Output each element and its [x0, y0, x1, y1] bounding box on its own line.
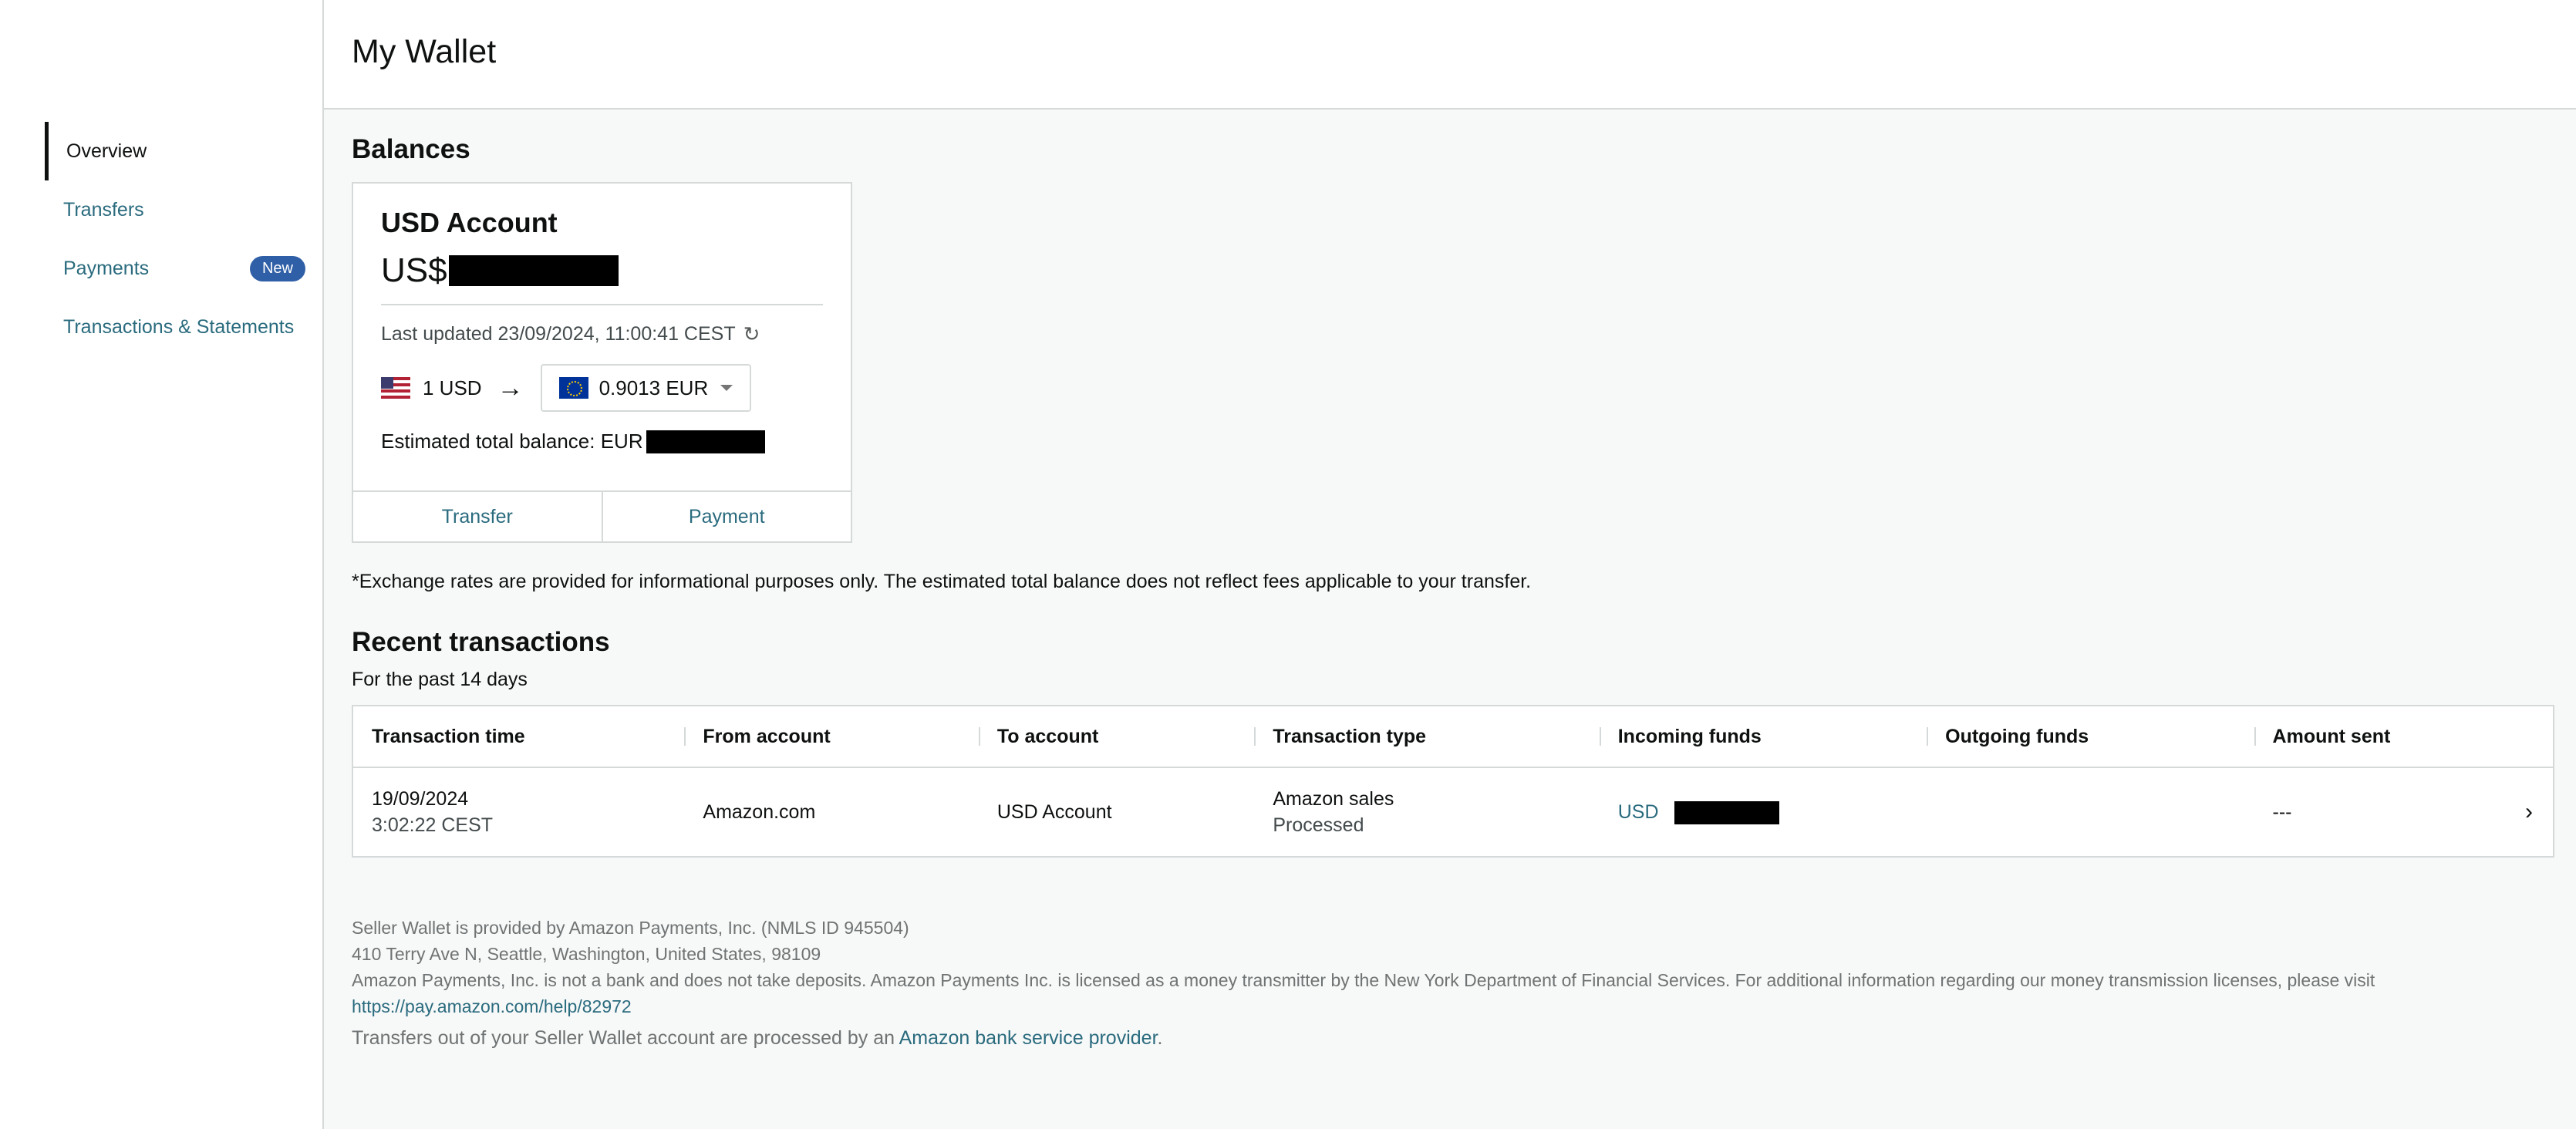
- rate-from: 1 USD: [423, 376, 482, 399]
- transfers-note-suffix: .: [1157, 1027, 1163, 1049]
- sidebar-item-payments[interactable]: Payments New: [45, 239, 322, 298]
- recent-transactions-title: Recent transactions: [352, 627, 610, 657]
- column-header: Incoming funds: [1599, 706, 1927, 767]
- column-header: From account: [684, 706, 978, 767]
- transfers-note-prefix: Transfers out of your Seller Wallet acco…: [352, 1027, 895, 1049]
- caret-down-icon: [720, 385, 733, 391]
- transfer-button[interactable]: Transfer: [353, 492, 602, 541]
- transaction-type-cell: Amazon sales Processed: [1254, 786, 1599, 838]
- bank-service-provider-link[interactable]: Amazon bank service provider: [899, 1027, 1158, 1049]
- from-account-cell: Amazon.com: [703, 801, 816, 823]
- us-flag-icon: [381, 377, 410, 399]
- sidebar-item-label: Transfers: [63, 198, 144, 221]
- column-header: Transaction type: [1254, 706, 1599, 767]
- transaction-status: Processed: [1273, 814, 1364, 836]
- table-header: Transaction time From account To account…: [353, 706, 2553, 768]
- last-updated: Last updated 23/09/2024, 11:00:41 CEST ↻: [381, 322, 823, 346]
- transaction-time: 3:02:22 CEST: [372, 814, 494, 836]
- page-header: My Wallet: [324, 0, 2576, 110]
- currency-select[interactable]: 0.9013 EUR: [540, 364, 752, 412]
- main-content: My Wallet Balances USD Account US$ Last …: [324, 0, 2576, 1129]
- sidebar-item-overview[interactable]: Overview: [45, 122, 322, 180]
- transaction-time-cell: 19/09/2024 3:02:22 CEST: [353, 786, 684, 838]
- redacted-estimated: [646, 430, 765, 453]
- redacted-balance: [448, 255, 619, 286]
- chevron-right-icon[interactable]: ›: [2525, 799, 2533, 825]
- estimated-balance: Estimated total balance: EUR: [381, 430, 823, 453]
- balances-title: Balances: [352, 134, 470, 164]
- sidebar-item-label: Payments: [63, 257, 150, 279]
- new-badge: New: [249, 255, 305, 281]
- balance-card: USD Account US$ Last updated 23/09/2024,…: [352, 182, 852, 543]
- estimated-label: Estimated total balance: EUR: [381, 430, 643, 453]
- footer-address: 410 Terry Ave N, Seattle, Washington, Un…: [352, 944, 821, 964]
- sidebar-item-label: Overview: [66, 140, 147, 162]
- card-actions: Transfer Payment: [353, 490, 851, 541]
- exchange-rate-row: 1 USD → 0.9013 EUR: [381, 363, 823, 413]
- table-row[interactable]: 19/09/2024 3:02:22 CEST Amazon.com USD A…: [353, 768, 2553, 856]
- column-header: To account: [978, 706, 1255, 767]
- sidebar: Overview Transfers Payments New Transact…: [0, 0, 324, 1129]
- incoming-currency: USD: [1617, 801, 1659, 823]
- app: Overview Transfers Payments New Transact…: [0, 0, 2576, 1129]
- sidebar-item-transactions-statements[interactable]: Transactions & Statements: [45, 298, 322, 356]
- footer-transfers-note: Transfers out of your Seller Wallet acco…: [352, 1027, 2554, 1050]
- amount-sent: ---: [2272, 801, 2292, 823]
- redacted-incoming: [1674, 801, 1779, 825]
- transaction-date: 19/09/2024: [372, 788, 469, 810]
- account-title: USD Account: [381, 207, 558, 238]
- footer-provider: Seller Wallet is provided by Amazon Paym…: [352, 918, 909, 938]
- divider: [381, 304, 823, 305]
- transactions-table: Transaction time From account To account…: [352, 705, 2554, 858]
- last-updated-text: Last updated 23/09/2024, 11:00:41 CEST: [381, 323, 736, 345]
- exchange-disclaimer: *Exchange rates are provided for informa…: [352, 571, 1532, 592]
- amount-sent-cell: --- ›: [2254, 799, 2553, 825]
- rate-to: 0.9013 EUR: [598, 376, 709, 399]
- to-account-cell: USD Account: [996, 801, 1112, 823]
- column-header: Outgoing funds: [1927, 706, 2254, 767]
- account-balance: US$: [381, 250, 823, 292]
- eu-flag-icon: [558, 377, 588, 399]
- refresh-icon[interactable]: ↻: [743, 322, 760, 346]
- arrow-right-icon: →: [497, 372, 524, 403]
- column-header: Transaction time: [372, 725, 525, 747]
- footer: Seller Wallet is provided by Amazon Paym…: [352, 915, 2554, 1019]
- sidebar-item-transfers[interactable]: Transfers: [45, 180, 322, 239]
- transaction-type: Amazon sales: [1273, 788, 1394, 810]
- column-header: Amount sent: [2254, 706, 2553, 767]
- recent-transactions-subtitle: For the past 14 days: [352, 669, 528, 690]
- page-title: My Wallet: [352, 32, 497, 70]
- incoming-funds-cell: USD: [1600, 799, 1927, 825]
- content: Balances USD Account US$ Last updated 23…: [324, 134, 2576, 1050]
- currency-prefix: US$: [381, 251, 447, 289]
- payment-button[interactable]: Payment: [601, 492, 851, 541]
- help-link[interactable]: https://pay.amazon.com/help/82972: [352, 996, 632, 1016]
- sidebar-item-label: Transactions & Statements: [63, 315, 295, 338]
- footer-license: Amazon Payments, Inc. is not a bank and …: [352, 970, 2375, 990]
